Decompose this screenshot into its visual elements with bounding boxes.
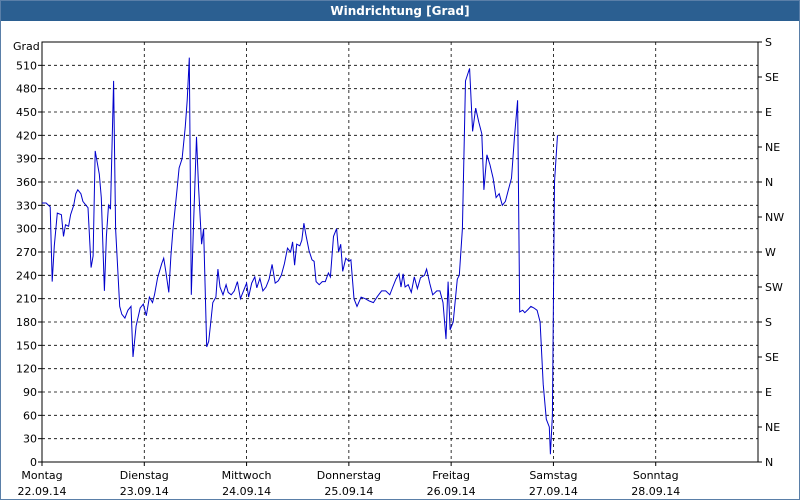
y-tick-label: 210 — [16, 293, 37, 306]
x-date-label: 22.09.14 — [18, 485, 67, 498]
compass-label: W — [765, 246, 776, 259]
y-tick-label: 510 — [16, 59, 37, 72]
compass-label: SE — [765, 71, 779, 84]
compass-label: N — [765, 456, 773, 469]
y-tick-label: 240 — [16, 269, 37, 282]
y-tick-label: 150 — [16, 339, 37, 352]
y-tick-label: 330 — [16, 199, 37, 212]
y-tick-label: 180 — [16, 316, 37, 329]
x-day-label: Samstag — [529, 469, 577, 482]
x-day-label: Mittwoch — [222, 469, 272, 482]
x-day-label: Donnerstag — [317, 469, 381, 482]
y-tick-label: 360 — [16, 176, 37, 189]
y-tick-label: 300 — [16, 223, 37, 236]
compass-label: E — [765, 106, 772, 119]
x-date-label: 26.09.14 — [427, 485, 476, 498]
y-axis-title: Grad — [13, 40, 40, 53]
y-tick-label: 420 — [16, 129, 37, 142]
compass-label: NW — [765, 211, 784, 224]
y-tick-label: 30 — [23, 433, 37, 446]
y-tick-label: 390 — [16, 153, 37, 166]
x-date-label: 28.09.14 — [631, 485, 680, 498]
y-tick-label: 270 — [16, 246, 37, 259]
x-date-label: 23.09.14 — [120, 485, 169, 498]
y-tick-label: 120 — [16, 363, 37, 376]
x-date-label: 25.09.14 — [324, 485, 373, 498]
compass-label: S — [765, 316, 772, 329]
y-tick-label: 480 — [16, 83, 37, 96]
x-day-label: Freitag — [432, 469, 470, 482]
chart-title: Windrichtung [Grad] — [1, 1, 799, 21]
wind-direction-chart: 0 30 60 90 120 150 180 210 240 270 300 330 360 390 420… — [13, 36, 784, 498]
y-tick-label: 90 — [23, 386, 37, 399]
compass-label: SW — [765, 281, 783, 294]
y-tick-label: 450 — [16, 106, 37, 119]
compass-label: NE — [765, 141, 780, 154]
x-day-label: Sonntag — [633, 469, 679, 482]
chart-window: Windrichtung [Grad] 0 30 60 90 120 150 180 210 2… — [0, 0, 800, 500]
compass-label: SE — [765, 351, 779, 364]
compass-label: N — [765, 176, 773, 189]
x-day-label: Montag — [21, 469, 62, 482]
x-date-label: 24.09.14 — [222, 485, 271, 498]
x-day-label: Dienstag — [120, 469, 169, 482]
x-date-label: 27.09.14 — [529, 485, 578, 498]
y-tick-label: 0 — [30, 456, 37, 469]
compass-label: E — [765, 386, 772, 399]
compass-label: S — [765, 36, 772, 49]
compass-label: NE — [765, 421, 780, 434]
y-tick-label: 60 — [23, 409, 37, 422]
